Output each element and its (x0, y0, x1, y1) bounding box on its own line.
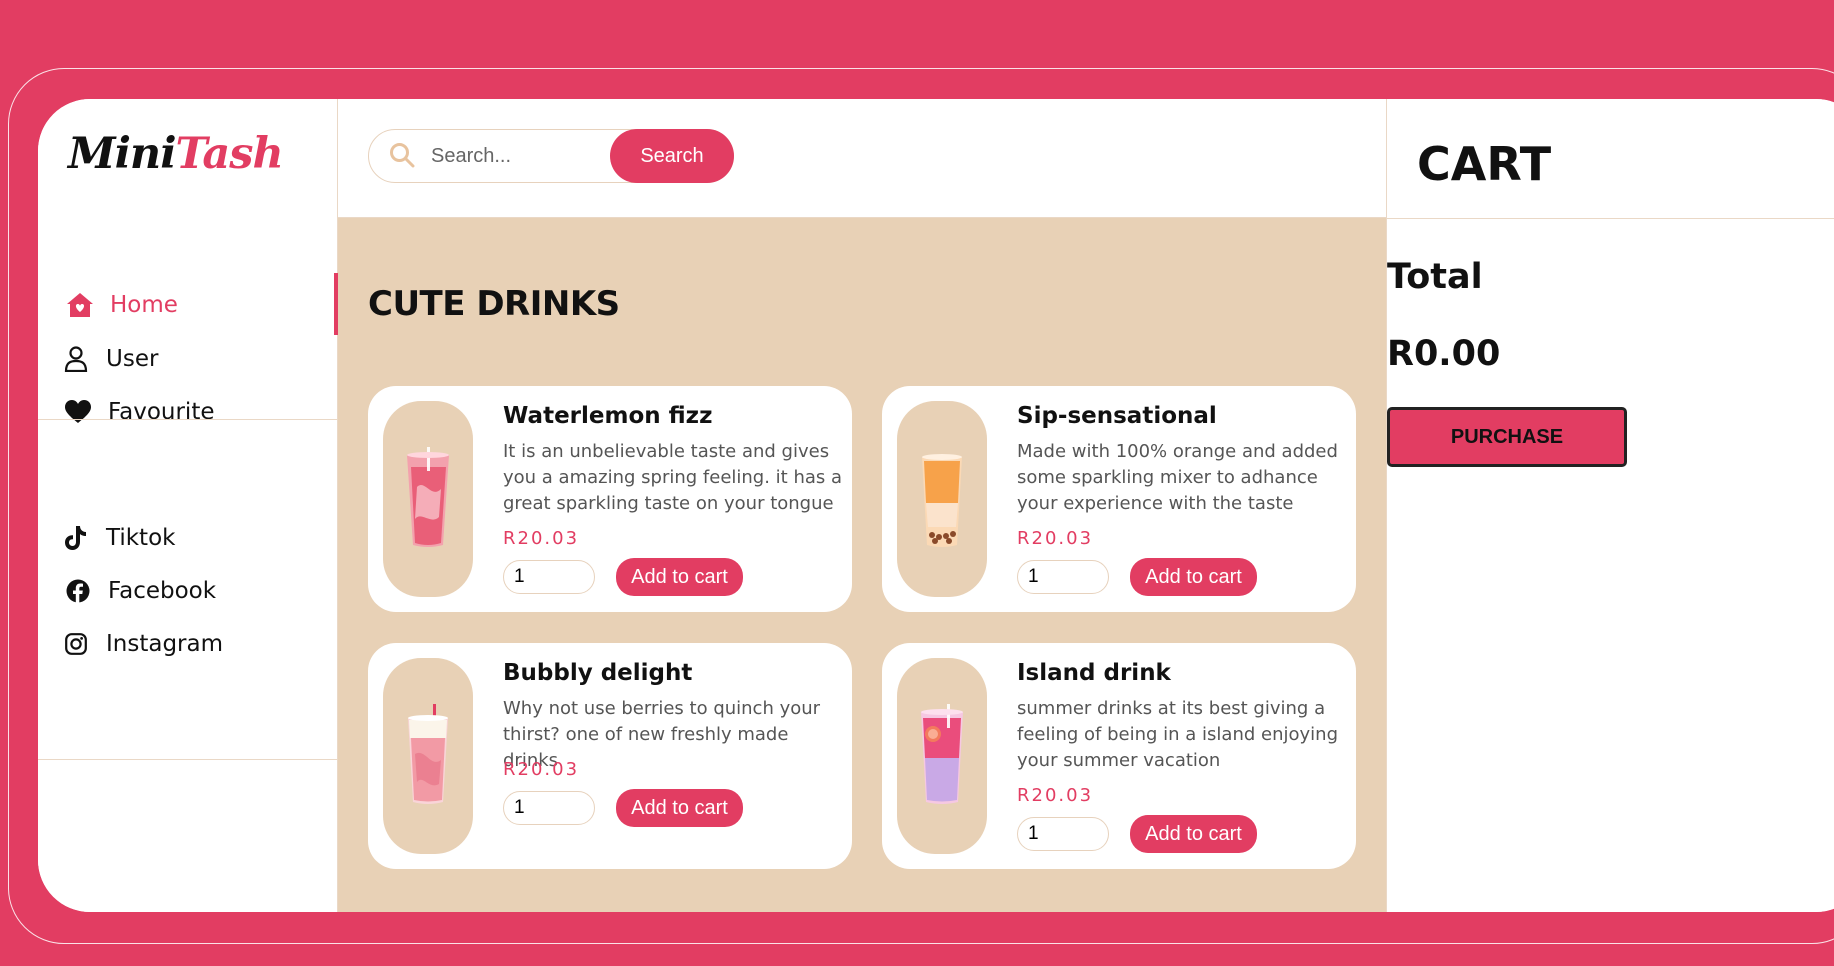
add-to-cart-button[interactable]: Add to cart (1130, 558, 1257, 596)
product-name: Bubbly delight (503, 660, 693, 686)
sidebar: MiniTash Home User Favourite Tiktok Face… (38, 99, 338, 912)
nav-item-label: Home (110, 292, 178, 318)
logo-part-1: Mini (68, 129, 177, 179)
nav-item-label: Tiktok (106, 525, 176, 551)
product-name: Sip-sensational (1017, 403, 1217, 429)
sidebar-divider (38, 419, 338, 420)
quantity-input[interactable] (503, 560, 595, 594)
nav-item-label: Favourite (108, 399, 215, 425)
nav-item-tiktok[interactable]: Tiktok (60, 518, 175, 558)
total-label: Total (1387, 257, 1483, 297)
main-area: Search CUTE DRINKS Waterlemon fizz It is… (338, 99, 1386, 912)
nav-item-label: Facebook (108, 578, 217, 604)
cart-title: CART (1417, 137, 1552, 191)
cart-divider (1387, 218, 1834, 219)
app-window: MiniTash Home User Favourite Tiktok Face… (38, 99, 1834, 912)
product-card: Bubbly delight Why not use berries to qu… (368, 643, 852, 869)
search-button[interactable]: Search (610, 129, 734, 183)
top-bar: Search (338, 99, 1386, 218)
cart-panel: CART Total R0.00 PURCHASE (1386, 99, 1834, 912)
home-icon (64, 289, 96, 321)
nav-item-label: Instagram (106, 631, 224, 657)
nav-item-instagram[interactable]: Instagram (60, 624, 223, 664)
product-description: It is an unbelievable taste and gives yo… (503, 441, 843, 514)
product-price: R20.03 (1017, 528, 1094, 549)
product-name: Island drink (1017, 660, 1171, 686)
purchase-button[interactable]: PURCHASE (1387, 407, 1627, 467)
total-value: R0.00 (1387, 334, 1501, 374)
tiktok-icon (60, 522, 92, 554)
product-card: Waterlemon fizz It is an unbelievable ta… (368, 386, 852, 612)
product-description: summer drinks at its best giving a feeli… (1017, 698, 1339, 771)
products-section: CUTE DRINKS Waterlemon fizz It is an unb… (338, 218, 1386, 912)
search-input[interactable] (431, 142, 591, 170)
quantity-input[interactable] (1017, 560, 1109, 594)
product-image (897, 658, 987, 854)
quantity-input[interactable] (1017, 817, 1109, 851)
logo[interactable]: MiniTash (68, 129, 284, 179)
user-icon (60, 343, 92, 375)
product-name: Waterlemon fizz (503, 403, 713, 429)
section-title: CUTE DRINKS (368, 284, 620, 324)
product-card: Sip-sensational Made with 100% orange an… (882, 386, 1356, 612)
nav-item-facebook[interactable]: Facebook (62, 571, 216, 611)
add-to-cart-button[interactable]: Add to cart (1130, 815, 1257, 853)
add-to-cart-button[interactable]: Add to cart (616, 789, 743, 827)
product-price: R20.03 (503, 759, 580, 780)
add-to-cart-button[interactable]: Add to cart (616, 558, 743, 596)
nav-item-favourite[interactable]: Favourite (62, 392, 215, 432)
product-price: R20.03 (503, 528, 580, 549)
product-image (897, 401, 987, 597)
nav-item-label: User (106, 346, 159, 372)
product-image (383, 658, 473, 854)
instagram-icon (60, 628, 92, 660)
product-card: Island drink summer drinks at its best g… (882, 643, 1356, 869)
nav-item-home[interactable]: Home (64, 285, 178, 325)
product-image (383, 401, 473, 597)
logo-part-2: Tash (175, 129, 284, 179)
sidebar-divider (38, 759, 338, 760)
heart-icon (62, 396, 94, 428)
quantity-input[interactable] (503, 791, 595, 825)
nav-item-user[interactable]: User (60, 339, 158, 379)
product-description: Made with 100% orange and added some spa… (1017, 441, 1338, 514)
search-icon (389, 142, 415, 172)
facebook-icon (62, 575, 94, 607)
product-price: R20.03 (1017, 785, 1094, 806)
search-box: Search (368, 129, 734, 183)
